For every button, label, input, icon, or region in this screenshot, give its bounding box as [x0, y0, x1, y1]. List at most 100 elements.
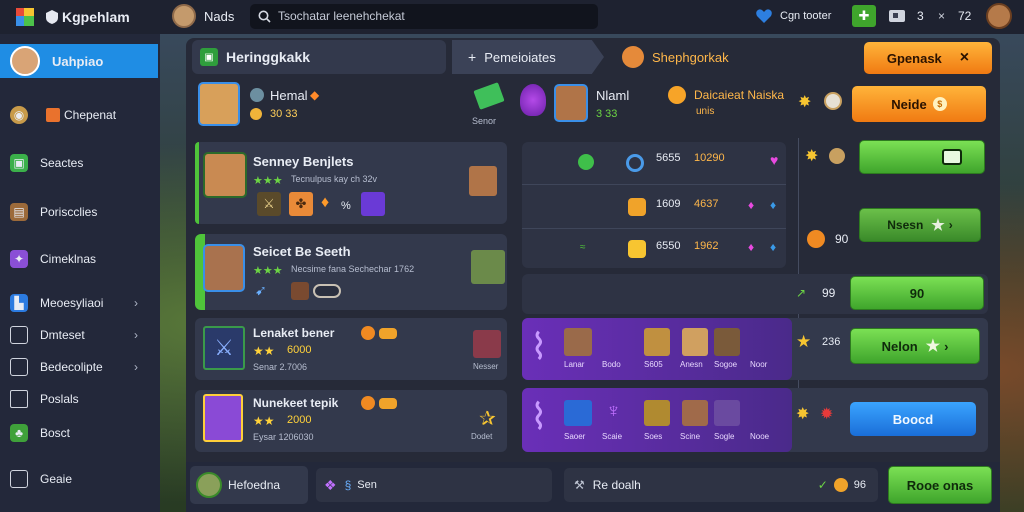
star-outline-icon: ★	[925, 338, 941, 355]
chart-up-icon: ↗	[796, 286, 807, 300]
card-3[interactable]: ⚔ Lenaket bener ★★ 6000 Senar 2.7006 Nes…	[195, 318, 507, 380]
tree-icon: ♣	[10, 424, 28, 442]
hero-row: Hemal ◆ 30 33 Senor Nlaml 3 33 Daicaieat…	[186, 78, 1000, 134]
sun-icon	[668, 86, 686, 104]
rating-stars: ★★★	[253, 265, 283, 277]
purple-row-1[interactable]: ⌇ Lanar Bodo S605 Anesn Sogoe Noor ★ 236…	[522, 318, 988, 380]
hero-portrait-icon	[714, 400, 740, 426]
notification-icon[interactable]: ✚	[852, 5, 876, 27]
gem-cluster-icon: ❖	[324, 476, 337, 493]
flag-icon: ▙	[10, 294, 28, 312]
hammer-icon: ⚒	[574, 478, 585, 492]
gold-star-icon: ✸	[796, 406, 810, 423]
tab-shephgorkak[interactable]: Shephgorkak	[622, 40, 862, 74]
gold-star-icon: ✸	[805, 148, 819, 165]
row-label: Soes	[644, 432, 663, 441]
orc-icon	[471, 250, 505, 284]
footer-value: 96	[853, 479, 866, 491]
heart-icon[interactable]	[755, 8, 773, 24]
gpenask-button[interactable]: Gpenask ×	[864, 42, 992, 74]
rating-stars: ★★	[253, 344, 275, 358]
card-sub: Necsime fana Sechechar 1762	[291, 264, 415, 274]
rating-stars: ★★	[253, 414, 275, 428]
search-bar[interactable]: Tsochatar leenehchekat	[250, 4, 598, 29]
row-label: Saoer	[564, 432, 586, 441]
hero-currency: Senor	[472, 116, 497, 126]
card-sub: Senar 2.7006	[253, 362, 308, 372]
card-sub: Eysar 1206030	[253, 432, 314, 442]
sidebar-item-geaie[interactable]: Geaie	[10, 470, 72, 488]
close-small-icon[interactable]: ×	[938, 9, 945, 23]
card-2[interactable]: Seicet Be Seeth ★★★ Necsime fana Sechech…	[195, 234, 507, 310]
profile-avatar[interactable]	[986, 3, 1012, 29]
action-button-1[interactable]	[859, 140, 985, 174]
stat-b: 1962	[694, 240, 719, 252]
card-4[interactable]: Nunekeet tepik ★★ 2000 Eysar 1206030 ✰ D…	[195, 390, 507, 452]
gem-icon	[361, 396, 375, 410]
tab-strip: ▣ Heringgkakk + Pemeioiates Shephgorkak …	[192, 40, 994, 74]
neide-button[interactable]: Neide $	[852, 86, 986, 122]
stat-a: 5655	[656, 152, 681, 164]
topbar-number: 72	[958, 9, 972, 23]
neide-button-label: Neide	[891, 96, 927, 112]
tab-label: Shephgorkak	[652, 49, 729, 65]
boocd-button[interactable]: Boocd	[850, 402, 976, 436]
sidebar-item-seactes[interactable]: ▣ Seactes	[10, 154, 83, 172]
chevron-right-icon: ›	[948, 218, 953, 232]
sidebar-item-bosct[interactable]: ♣ Bosct	[10, 424, 70, 442]
gem-pink-icon: ♦	[748, 198, 755, 212]
purple-row-2[interactable]: ⌇ ♆ Saoer Scaie Soes Scine Sogle Nooe ✸ …	[522, 388, 988, 452]
footer-action-button[interactable]: Rooe onas	[888, 466, 992, 504]
footer-avatar	[196, 472, 222, 498]
tab-heringgkakk[interactable]: ▣ Heringgkakk	[192, 40, 446, 74]
hero-name: Hemal	[270, 88, 308, 103]
action-button-2[interactable]: Nsesn ★ ›	[859, 208, 981, 242]
stat-b: 4637	[694, 198, 719, 210]
nelon-button[interactable]: Nelon ★ ›	[850, 328, 980, 364]
stat-b: 10290	[694, 152, 725, 164]
sidebar-item-bedecolipte[interactable]: Bedecolipte ›	[10, 358, 150, 376]
sidebar-item-meoesyliaoi[interactable]: ▙ Meoesyliaoi ›	[10, 294, 150, 312]
badge-icon	[379, 328, 397, 339]
purple-sigil-icon: ⌇	[530, 326, 548, 367]
gem-blue-icon: ♦	[770, 198, 777, 212]
card-sub: Tecnulpus kay ch 32v	[291, 174, 378, 184]
footer-user[interactable]: Hefoedna	[190, 466, 308, 504]
stats-table: 5655 10290 ♥ 1609 4637 ♦ ♦ ≈ 6550 1962 ♦…	[522, 142, 786, 268]
tab-pemeioiates[interactable]: + Pemeioiates	[452, 40, 604, 74]
footer-item[interactable]: ❖ § Sen	[316, 468, 552, 502]
player-avatar[interactable]	[554, 84, 588, 122]
camera-icon	[942, 149, 962, 165]
sidebar-header-label: Uahpiao	[52, 54, 104, 69]
badge-icon	[379, 398, 397, 409]
footer-search[interactable]: ⚒ Re doalh ✓ 96	[564, 468, 878, 502]
sidebar-item-poriscclies[interactable]: ▤ Poriscclies	[10, 203, 97, 221]
sidebar-item-label: Cimeklnas	[40, 252, 97, 266]
stats-row-2: 1609 4637 ♦ ♦	[522, 192, 786, 222]
sidebar-item-poslals[interactable]: Poslals	[10, 390, 79, 408]
sidebar-item-dmteset[interactable]: Dmteset ›	[10, 326, 150, 344]
footer-bar: Hefoedna ❖ § Sen ⚒ Re doalh ✓ 96 Rooe on…	[186, 462, 1000, 512]
value-button[interactable]: 90	[850, 276, 984, 310]
account-label[interactable]: Cgn tooter	[780, 10, 831, 22]
row-label: Noor	[750, 360, 768, 369]
fire-icon: ◆	[310, 88, 320, 102]
card-title: Nunekeet tepik	[253, 396, 339, 410]
sidebar-item-cimeklnas[interactable]: ✦ Cimeklnas	[10, 250, 96, 268]
footer-item-label: Sen	[357, 479, 377, 491]
gallery-icon[interactable]	[888, 9, 906, 23]
sidebar-item-chepenat[interactable]: ◉ Chepenat	[10, 106, 116, 124]
user-avatar[interactable]	[172, 4, 196, 28]
footer-user-name: Hefoedna	[228, 478, 281, 492]
chest-icon: ▤	[10, 203, 28, 221]
card-1[interactable]: Senney Benjlets ★★★ Tecnulpus kay ch 32v…	[195, 142, 507, 224]
hero-avatar[interactable]	[198, 82, 240, 126]
coin-icon: ◉	[10, 106, 28, 124]
search-input[interactable]: Tsochatar leenehchekat	[278, 9, 405, 23]
sidebar-item-active[interactable]: Uahpiao	[0, 44, 158, 78]
fist-icon	[291, 282, 309, 300]
close-icon[interactable]: ×	[960, 49, 969, 67]
book-icon	[10, 358, 28, 376]
chevron-right-icon: ›	[134, 296, 138, 310]
row-label: Sogoe	[714, 360, 738, 369]
